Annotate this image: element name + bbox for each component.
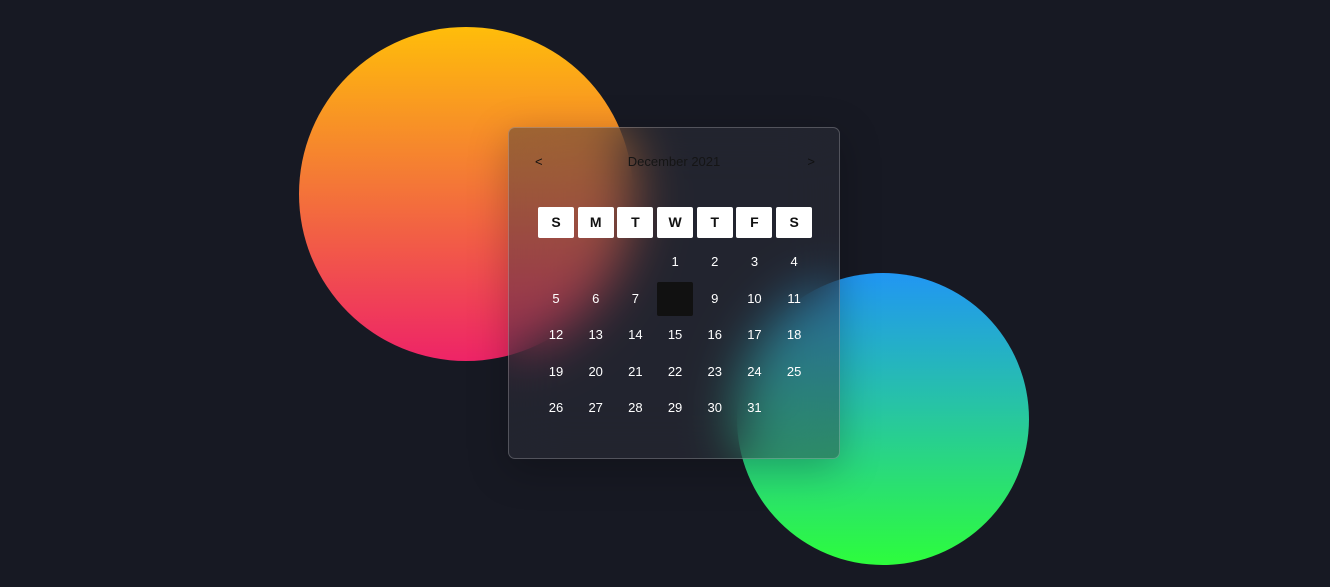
day-cell-23[interactable]: 23	[697, 355, 733, 389]
day-cell-21[interactable]: 21	[617, 355, 653, 389]
day-cell-20[interactable]: 20	[578, 355, 614, 389]
day-cell-14[interactable]: 14	[617, 318, 653, 352]
next-month-button[interactable]: >	[803, 152, 819, 172]
day-cell-2[interactable]: 2	[697, 245, 733, 279]
day-cell-10[interactable]: 10	[736, 282, 772, 316]
empty-day-cell	[617, 245, 653, 279]
day-cell-12[interactable]: 12	[538, 318, 574, 352]
day-cell-28[interactable]: 28	[617, 391, 653, 425]
day-cell-26[interactable]: 26	[538, 391, 574, 425]
day-cell-31[interactable]: 31	[736, 391, 772, 425]
day-cell-19[interactable]: 19	[538, 355, 574, 389]
day-cell-7[interactable]: 7	[617, 282, 653, 316]
weekday-header-row: S M T W T F S	[538, 207, 813, 238]
day-cell-27[interactable]: 27	[578, 391, 614, 425]
day-cell-29[interactable]: 29	[657, 391, 693, 425]
day-cell-6[interactable]: 6	[578, 282, 614, 316]
day-cell-24[interactable]: 24	[736, 355, 772, 389]
previous-month-button[interactable]: <	[531, 152, 547, 172]
day-cell-17[interactable]: 17	[736, 318, 772, 352]
day-cell-13[interactable]: 13	[578, 318, 614, 352]
day-cell-16[interactable]: 16	[697, 318, 733, 352]
day-cell-15[interactable]: 15	[657, 318, 693, 352]
day-cell-25[interactable]: 25	[776, 355, 812, 389]
day-cell-selected[interactable]	[657, 281, 694, 316]
weekday-friday: F	[736, 207, 773, 238]
weekday-saturday: S	[776, 207, 813, 238]
page-background: < December 2021 > S M T W T F S 12345679…	[0, 0, 1330, 587]
day-cell-18[interactable]: 18	[776, 318, 812, 352]
empty-day-cell	[538, 245, 574, 279]
weekday-thursday: T	[696, 207, 733, 238]
day-cell-11[interactable]: 11	[776, 282, 812, 316]
weekday-tuesday: T	[617, 207, 654, 238]
day-cell-30[interactable]: 30	[697, 391, 733, 425]
day-cell-22[interactable]: 22	[657, 355, 693, 389]
weekday-sunday: S	[538, 207, 574, 238]
day-cell-3[interactable]: 3	[736, 245, 772, 279]
day-cell-1[interactable]: 1	[657, 245, 693, 279]
day-cell-4[interactable]: 4	[776, 245, 812, 279]
empty-day-cell	[578, 245, 614, 279]
days-grid: 1 2 3 4 5 6 7 9 10 11 12 13 14 15 16 17 18 19 20 21 22 23 24 25…	[538, 244, 812, 427]
calendar-card: < December 2021 > S M T W T F S 12345679…	[508, 127, 840, 459]
day-cell-5[interactable]: 5	[538, 282, 574, 316]
weekday-wednesday: W	[657, 207, 694, 238]
day-cell-9[interactable]: 9	[697, 282, 733, 316]
month-title: December 2021	[627, 154, 721, 169]
weekday-monday: M	[577, 207, 614, 238]
calendar-header: < December 2021 >	[509, 152, 839, 172]
